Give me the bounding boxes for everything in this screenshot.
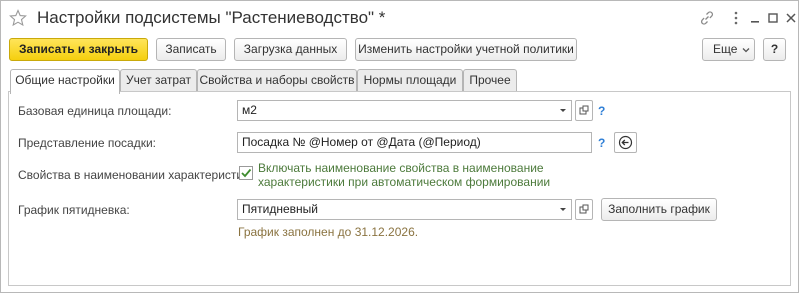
schedule-label: График пятидневка: (18, 203, 130, 217)
close-icon[interactable] (783, 10, 799, 26)
insert-parameter-button[interactable] (614, 132, 637, 153)
planting-representation-label: Представление посадки: (18, 136, 156, 150)
more-vertical-icon[interactable] (728, 10, 744, 26)
planting-representation-help-icon[interactable]: ? (598, 136, 605, 150)
area-unit-dropdown[interactable] (556, 100, 572, 121)
properties-in-name-label: Свойства в наименовании характеристик: (18, 168, 252, 182)
properties-in-name-checkbox[interactable] (239, 166, 253, 180)
fill-schedule-button[interactable]: Заполнить график (601, 198, 717, 221)
open-form-icon (579, 105, 589, 115)
properties-in-name-text: Включать наименование свойства в наимено… (258, 161, 551, 189)
dropdown-arrow-icon (560, 109, 566, 112)
save-button[interactable]: Записать (156, 38, 226, 61)
area-unit-help-icon[interactable]: ? (598, 104, 605, 118)
star-icon[interactable] (9, 9, 27, 27)
minimize-icon[interactable] (747, 10, 763, 26)
open-form-icon (579, 204, 589, 214)
tab-cost-accounting[interactable]: Учет затрат (120, 69, 197, 92)
schedule-dropdown[interactable] (556, 199, 572, 220)
more-label: Еще (713, 42, 738, 56)
checkmark-icon (241, 168, 252, 178)
help-button[interactable]: ? (763, 38, 786, 61)
window-title: Настройки подсистемы "Растениеводство" * (37, 8, 386, 27)
dropdown-arrow-icon (560, 208, 566, 211)
tab-other[interactable]: Прочее (463, 69, 517, 92)
area-unit-input[interactable]: м2 (237, 100, 557, 121)
arrow-left-circle-icon (618, 135, 633, 150)
tab-general-settings[interactable]: Общие настройки (10, 69, 120, 94)
save-and-close-button[interactable]: Записать и закрыть (9, 38, 148, 61)
maximize-icon[interactable] (765, 10, 781, 26)
chevron-down-icon (742, 48, 750, 53)
more-button[interactable]: Еще (702, 38, 755, 61)
area-unit-label: Базовая единица площади: (18, 104, 172, 118)
change-accounting-policy-button[interactable]: Изменить настройки учетной политики (355, 38, 577, 61)
link-icon[interactable] (699, 10, 715, 26)
schedule-filled-hint: График заполнен до 31.12.2026. (238, 225, 419, 239)
schedule-open-button[interactable] (575, 199, 593, 220)
settings-window: Настройки подсистемы "Растениеводство" *… (0, 0, 799, 293)
area-unit-open-button[interactable] (575, 100, 593, 121)
tab-properties-and-sets[interactable]: Свойства и наборы свойств (197, 69, 357, 92)
schedule-input[interactable]: Пятидневный (237, 199, 557, 220)
tab-area-norms[interactable]: Нормы площади (357, 69, 463, 92)
title-bar: Настройки подсистемы "Растениеводство" * (1, 1, 798, 35)
planting-representation-input[interactable]: Посадка № @Номер от @Дата (@Период) (237, 132, 592, 153)
load-data-button[interactable]: Загрузка данных (234, 38, 347, 61)
